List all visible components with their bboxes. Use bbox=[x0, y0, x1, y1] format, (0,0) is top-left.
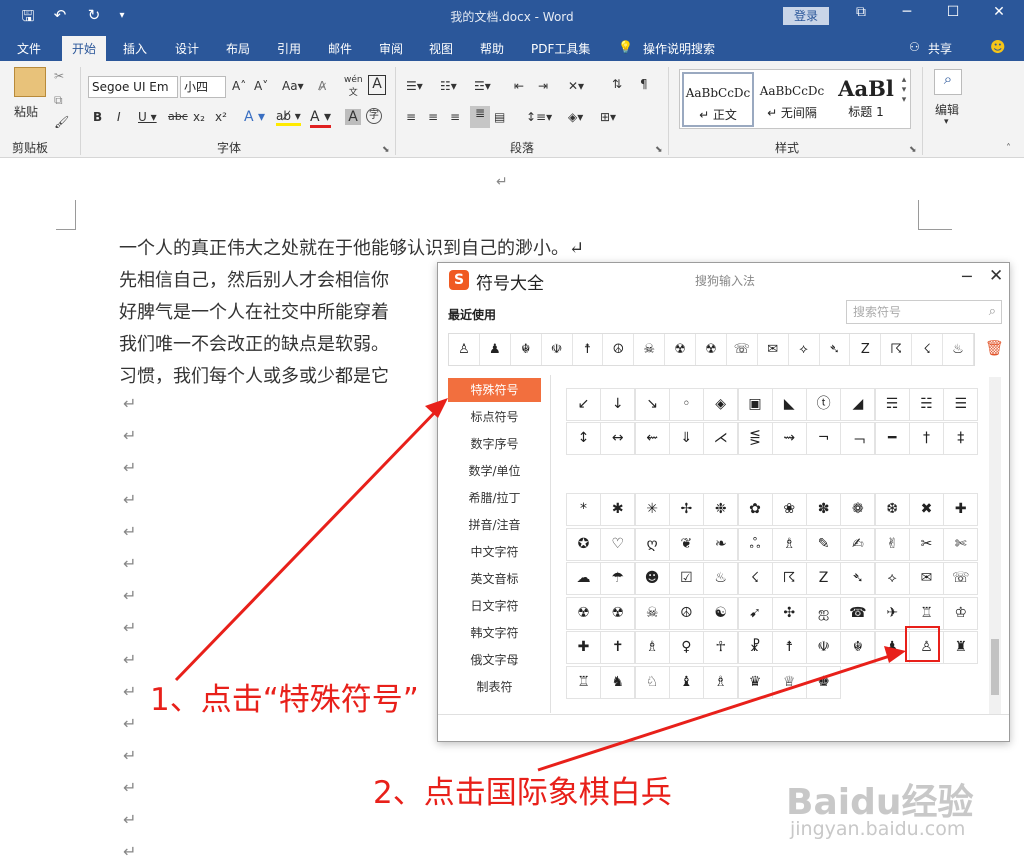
arrow-line-step2 bbox=[537, 652, 897, 772]
arrow-head-step1 bbox=[425, 398, 448, 418]
watermark-url: jingyan.baidu.com bbox=[790, 818, 966, 840]
annotation-step2: 2、点击国际象棋白兵 bbox=[373, 775, 672, 811]
annotation-step1: 1、点击“特殊符号” bbox=[150, 682, 419, 718]
highlight-box bbox=[905, 626, 940, 662]
arrow-head-step2 bbox=[884, 646, 906, 663]
annotation-arrows bbox=[174, 398, 906, 772]
arrow-line-step1 bbox=[174, 405, 442, 682]
